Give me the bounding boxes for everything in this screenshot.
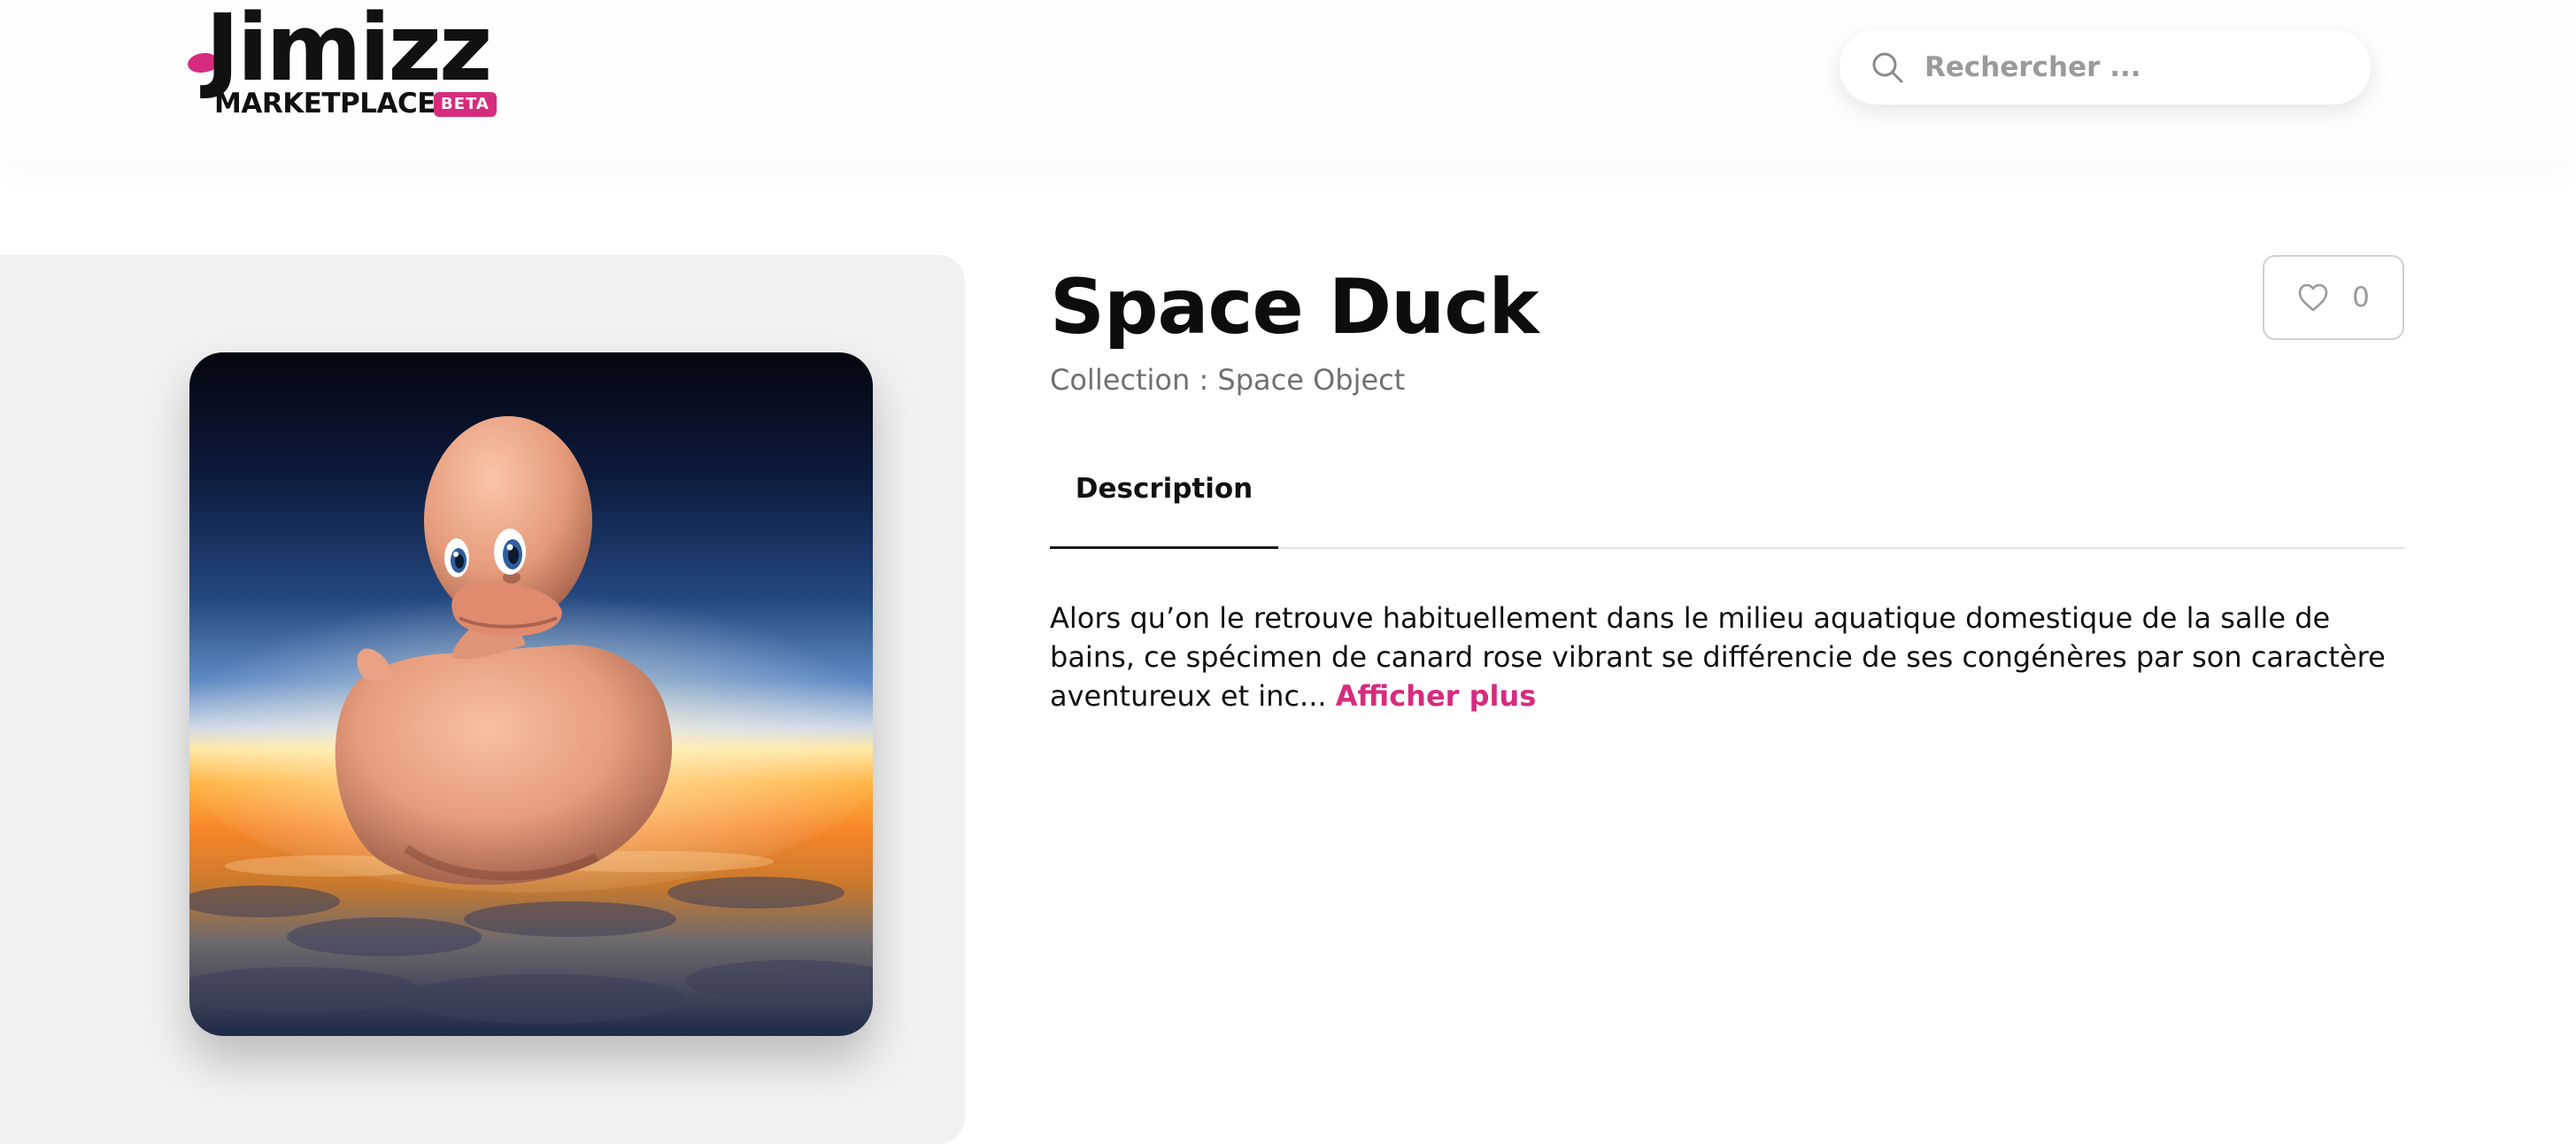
like-button[interactable]: 0 [2263, 255, 2404, 340]
product-image[interactable] [189, 352, 873, 1036]
product-title: Space Duck [1050, 263, 1539, 352]
collection-label: Collection : [1050, 363, 1218, 397]
description-text: Alors qu’on le retrouve habituellement d… [1050, 601, 2386, 713]
tab-description[interactable]: Description [1050, 443, 1278, 549]
product-tabs: Description [1050, 443, 2404, 549]
search-bar[interactable] [1839, 30, 2371, 104]
search-input[interactable] [1923, 50, 2348, 84]
logo-wordmark: Jimizz [205, 0, 492, 102]
heart-outline-icon [2298, 283, 2328, 312]
collection-link[interactable]: Space Object [1217, 363, 1405, 397]
site-header: Jimizz MARKETPLACE BETA [0, 0, 2576, 159]
product-collection: Collection : Space Object [1050, 363, 1405, 397]
read-more-link[interactable]: Afficher plus [1336, 679, 1537, 713]
logo-subtitle: MARKETPLACE [214, 88, 436, 120]
beta-badge: BETA [434, 92, 497, 117]
jimizz-marketplace-logo[interactable]: Jimizz MARKETPLACE BETA [185, 2, 497, 120]
search-icon [1872, 52, 1903, 83]
like-count: 0 [2352, 282, 2370, 313]
product-description: Alors qu’on le retrouve habituellement d… [1050, 599, 2413, 715]
space-duck-artwork [189, 352, 873, 1036]
